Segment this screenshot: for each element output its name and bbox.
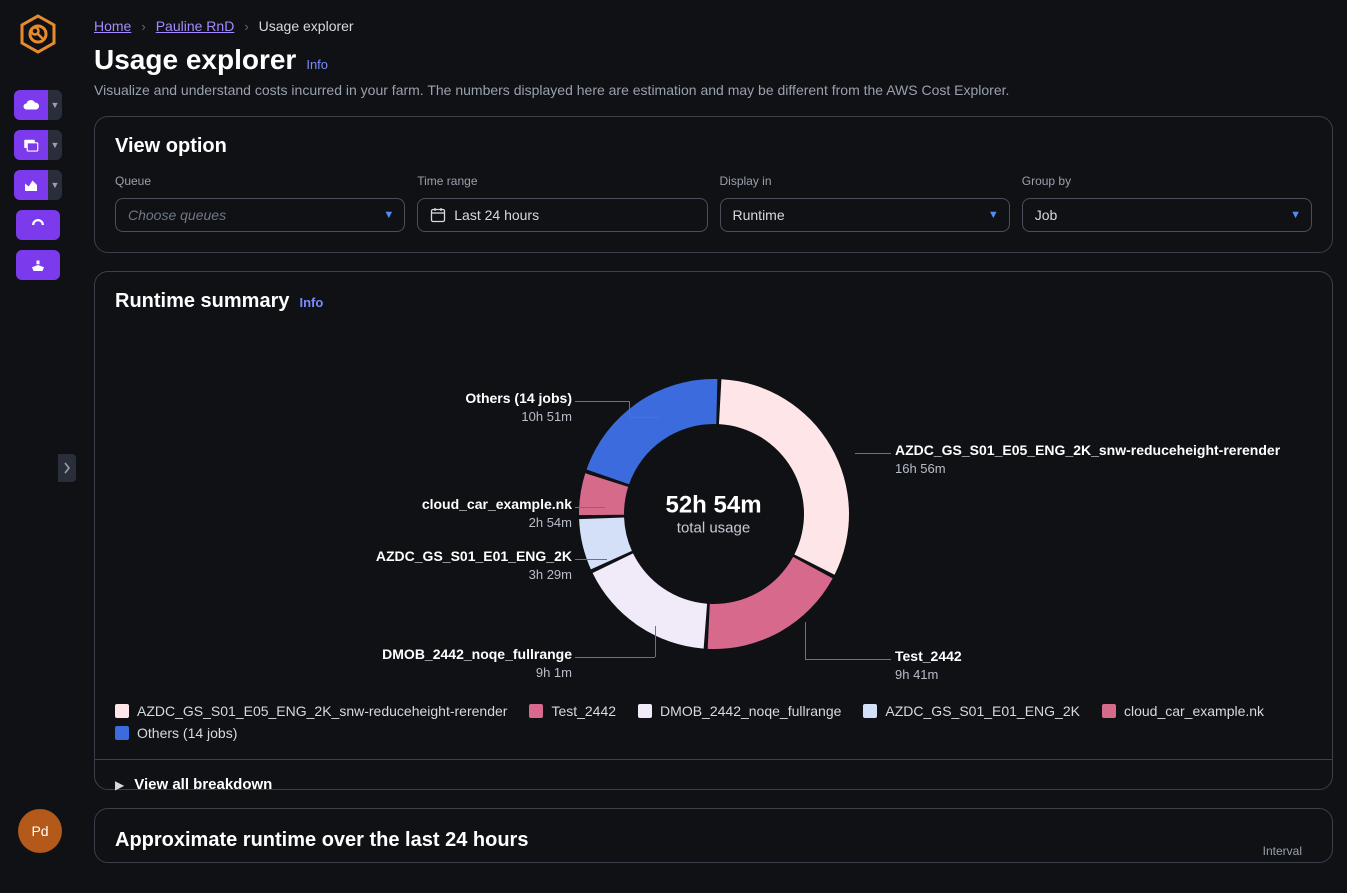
chart-legend: AZDC_GS_S01_E05_ENG_2K_snw-reduceheight-… bbox=[115, 703, 1312, 741]
queue-select[interactable]: Choose queues ▼ bbox=[115, 198, 405, 232]
page-title: Usage explorer bbox=[94, 44, 296, 76]
legend-swatch bbox=[863, 704, 877, 718]
chevron-down-icon[interactable]: ▼ bbox=[48, 170, 62, 200]
donut-segment[interactable] bbox=[586, 379, 717, 484]
segment-value: 3h 29m bbox=[376, 566, 572, 584]
legend-label: Others (14 jobs) bbox=[137, 725, 237, 741]
chevron-down-icon[interactable]: ▼ bbox=[48, 90, 62, 120]
runtime-summary-title: Runtime summary bbox=[115, 290, 290, 313]
segment-value: 2h 54m bbox=[422, 514, 572, 532]
legend-swatch bbox=[529, 704, 543, 718]
donut-total: 52h 54m bbox=[665, 492, 761, 520]
nav-boat-button[interactable] bbox=[16, 250, 60, 280]
interval-label: Interval bbox=[1263, 844, 1302, 858]
chevron-down-icon: ▼ bbox=[383, 209, 394, 221]
segment-value: 9h 41m bbox=[895, 666, 962, 684]
chevron-right-icon: › bbox=[141, 19, 145, 34]
view-option-panel: View option Queue Choose queues ▼ Time r… bbox=[94, 116, 1333, 253]
segment-label: Others (14 jobs) bbox=[465, 389, 572, 408]
legend-swatch bbox=[115, 726, 129, 740]
donut-segment[interactable] bbox=[707, 557, 832, 649]
main-content: Home › Pauline RnD › Usage explorer Usag… bbox=[94, 0, 1347, 893]
donut-segment[interactable] bbox=[592, 553, 707, 648]
chevron-right-icon: › bbox=[244, 19, 248, 34]
segment-label: AZDC_GS_S01_E01_ENG_2K bbox=[376, 547, 572, 566]
legend-item[interactable]: Test_2442 bbox=[529, 703, 616, 719]
segment-label: DMOB_2442_noqe_fullrange bbox=[382, 645, 572, 664]
chevron-down-icon: ▼ bbox=[988, 209, 999, 221]
legend-swatch bbox=[1102, 704, 1116, 718]
chevron-down-icon: ▼ bbox=[1290, 209, 1301, 221]
left-sidebar: ▼ ▼ ▼ Pd bbox=[0, 0, 76, 893]
queue-label: Queue bbox=[115, 174, 405, 188]
legend-item[interactable]: AZDC_GS_S01_E01_ENG_2K bbox=[863, 703, 1080, 719]
sidebar-expand-handle[interactable] bbox=[58, 454, 76, 482]
legend-label: DMOB_2442_noqe_fullrange bbox=[660, 703, 841, 719]
runtime-over-time-panel: Approximate runtime over the last 24 hou… bbox=[94, 808, 1333, 863]
group-by-select[interactable]: Job ▼ bbox=[1022, 198, 1312, 232]
segment-value: 16h 56m bbox=[895, 460, 1280, 478]
display-in-label: Display in bbox=[720, 174, 1010, 188]
display-in-select[interactable]: Runtime ▼ bbox=[720, 198, 1010, 232]
view-all-breakdown-toggle[interactable]: ▶ View all breakdown bbox=[95, 759, 1332, 809]
runtime-over-time-title: Approximate runtime over the last 24 hou… bbox=[115, 829, 1312, 852]
legend-swatch bbox=[638, 704, 652, 718]
time-range-label: Time range bbox=[417, 174, 707, 188]
runtime-donut-chart: 52h 54m total usage AZDC_GS_S01_E05_ENG_… bbox=[115, 329, 1312, 699]
legend-item[interactable]: DMOB_2442_noqe_fullrange bbox=[638, 703, 841, 719]
runtime-summary-panel: Runtime summary Info 52h 54m total usage… bbox=[94, 271, 1333, 790]
legend-label: cloud_car_example.nk bbox=[1124, 703, 1264, 719]
nav-chart-button[interactable]: ▼ bbox=[14, 170, 62, 200]
segment-value: 10h 51m bbox=[465, 408, 572, 426]
donut-segment[interactable] bbox=[718, 379, 848, 575]
segment-label: Test_2442 bbox=[895, 647, 962, 666]
segment-label: AZDC_GS_S01_E05_ENG_2K_snw-reduceheight-… bbox=[895, 441, 1280, 460]
breadcrumb-home[interactable]: Home bbox=[94, 18, 131, 34]
breadcrumb-current: Usage explorer bbox=[259, 18, 354, 34]
legend-swatch bbox=[115, 704, 129, 718]
user-avatar[interactable]: Pd bbox=[18, 809, 62, 853]
legend-label: AZDC_GS_S01_E01_ENG_2K bbox=[885, 703, 1080, 719]
group-by-label: Group by bbox=[1022, 174, 1312, 188]
segment-label: cloud_car_example.nk bbox=[422, 495, 572, 514]
nav-cloud-button[interactable]: ▼ bbox=[14, 90, 62, 120]
legend-label: Test_2442 bbox=[551, 703, 616, 719]
app-logo-icon bbox=[18, 14, 58, 54]
time-range-select[interactable]: Last 24 hours bbox=[417, 198, 707, 232]
view-option-title: View option bbox=[115, 135, 1312, 158]
legend-item[interactable]: cloud_car_example.nk bbox=[1102, 703, 1264, 719]
page-description: Visualize and understand costs incurred … bbox=[94, 82, 1333, 98]
breadcrumb-project[interactable]: Pauline RnD bbox=[156, 18, 235, 34]
triangle-right-icon: ▶ bbox=[115, 778, 124, 792]
breadcrumb: Home › Pauline RnD › Usage explorer bbox=[94, 0, 1333, 34]
chevron-down-icon[interactable]: ▼ bbox=[48, 130, 62, 160]
legend-item[interactable]: Others (14 jobs) bbox=[115, 725, 237, 741]
legend-label: AZDC_GS_S01_E05_ENG_2K_snw-reduceheight-… bbox=[137, 703, 507, 719]
calendar-icon bbox=[430, 207, 446, 223]
info-link[interactable]: Info bbox=[300, 295, 324, 310]
segment-value: 9h 1m bbox=[382, 664, 572, 682]
nav-gauge-button[interactable] bbox=[16, 210, 60, 240]
donut-caption: total usage bbox=[665, 520, 761, 537]
legend-item[interactable]: AZDC_GS_S01_E05_ENG_2K_snw-reduceheight-… bbox=[115, 703, 507, 719]
nav-windows-button[interactable]: ▼ bbox=[14, 130, 62, 160]
info-link[interactable]: Info bbox=[306, 57, 328, 72]
